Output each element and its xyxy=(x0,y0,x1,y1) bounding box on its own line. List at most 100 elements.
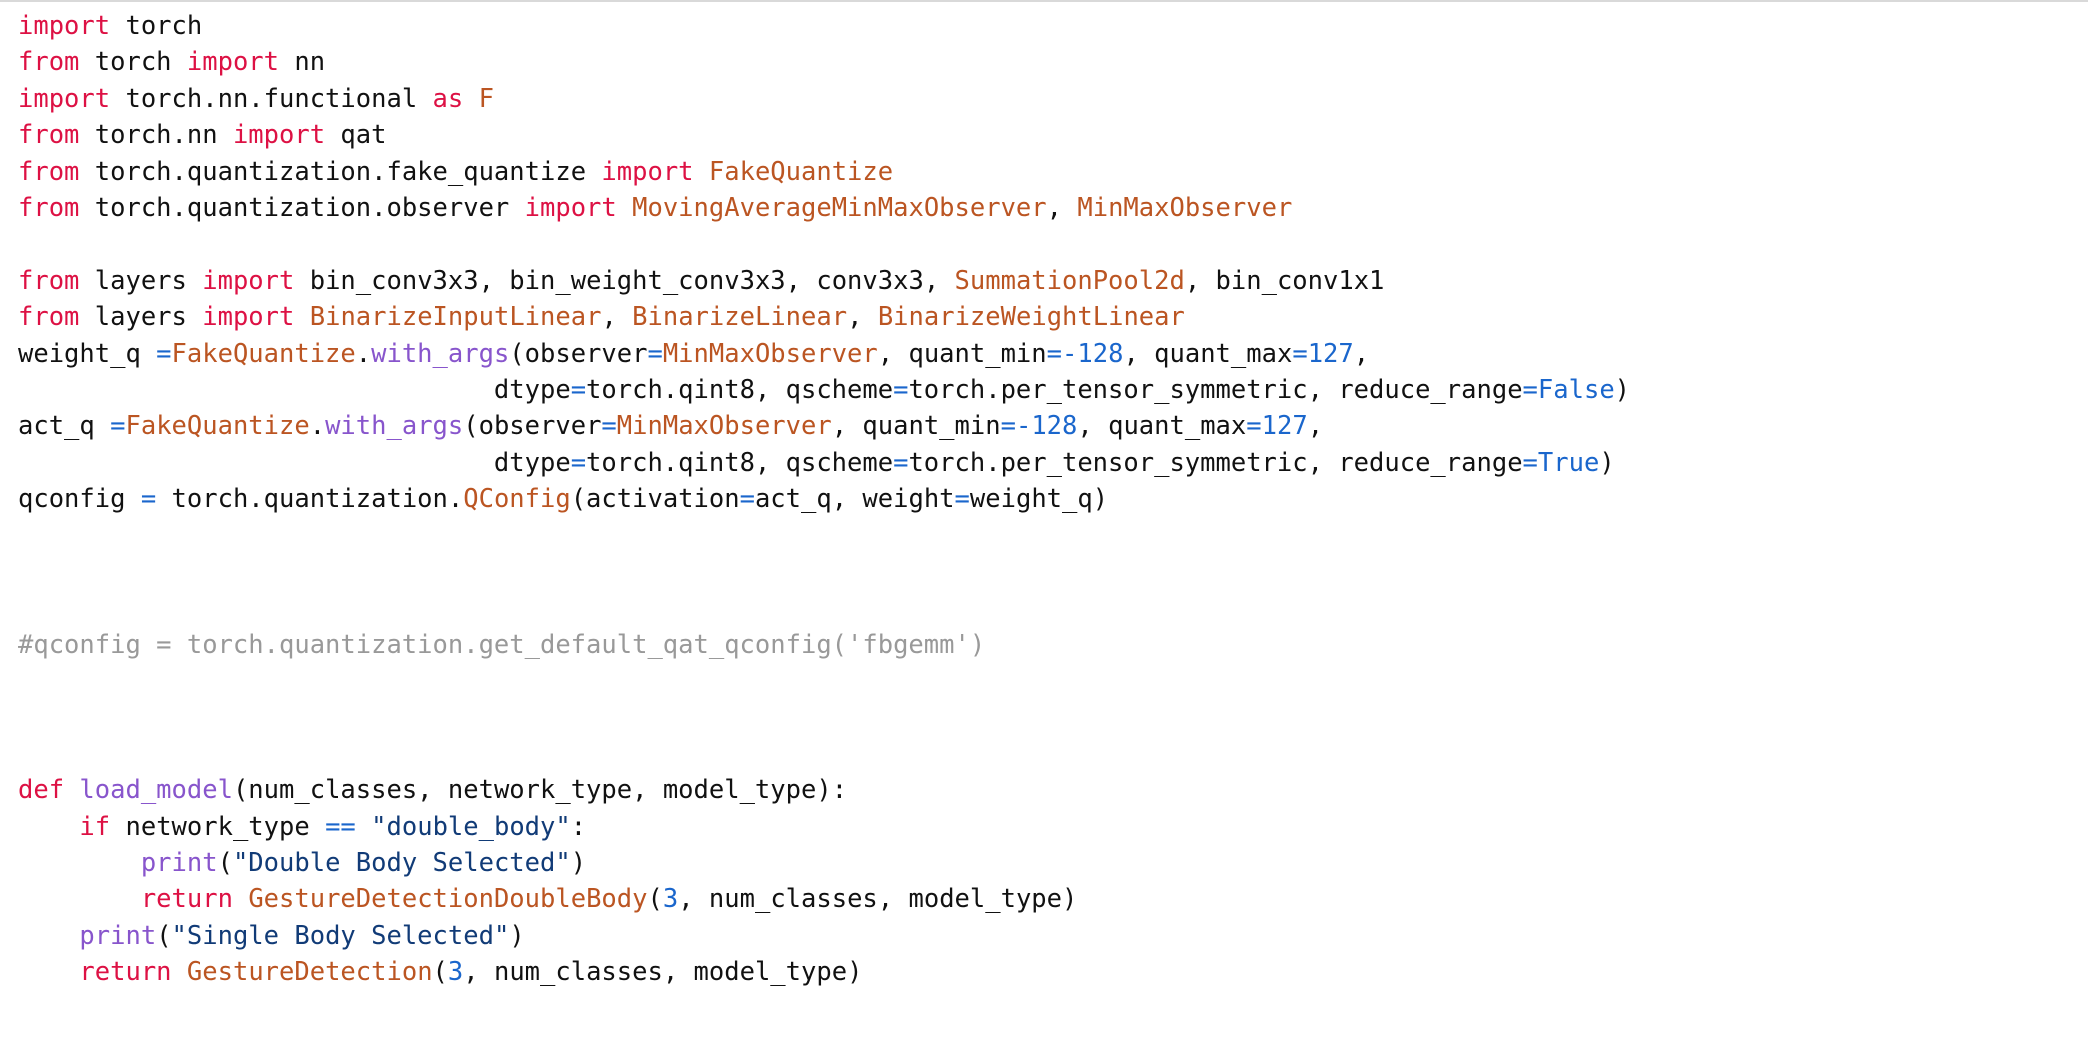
code-token-pln xyxy=(18,848,141,878)
code-token-pln: ) xyxy=(509,920,525,951)
code-token-pln: network_type xyxy=(110,811,326,842)
code-token-pln: torch.qint8, qscheme xyxy=(586,374,894,405)
code-token-kw: return xyxy=(79,957,172,988)
code-token-pln: torch.quantization.fake_quantize xyxy=(79,156,602,187)
code-token-pln: . xyxy=(355,338,372,369)
code-token-op: = xyxy=(110,411,126,442)
code-token-str: "Single Body Selected" xyxy=(171,920,510,951)
code-token-cls: F xyxy=(478,83,494,114)
code-token-pln xyxy=(18,921,79,951)
code-token-op: = xyxy=(570,374,587,405)
code-token-pln xyxy=(356,812,371,842)
code-line: return GestureDetectionDoubleBody(3, num… xyxy=(18,881,2088,917)
code-token-op: = xyxy=(1522,374,1538,405)
code-token-pln: . xyxy=(309,411,326,442)
code-token-pln: torch xyxy=(79,47,187,78)
code-token-num: -128 xyxy=(1062,338,1124,369)
code-viewer[interactable]: import torch from torch import nn import t… xyxy=(0,0,2088,1048)
code-token-pln: , quant_min xyxy=(877,338,1047,369)
code-token-pln: act_q, weight xyxy=(754,484,955,515)
code-token-pln: weight_q) xyxy=(969,484,1109,515)
code-token-pln: , xyxy=(1307,411,1324,442)
code-token-op: = xyxy=(1292,338,1308,369)
code-token-fn: with_args xyxy=(325,411,464,442)
code-token-pln: ) xyxy=(1599,447,1615,478)
code-token-num: 127 xyxy=(1307,338,1354,369)
code-line: def load_model(num_classes, network_type… xyxy=(18,772,2088,808)
code-token-op: = xyxy=(156,338,172,369)
code-token-op: = xyxy=(1046,338,1063,369)
code-token-cls: MovingAverageMinMaxObserver xyxy=(632,192,1047,223)
code-token-cls: MinMaxObserver xyxy=(662,338,878,369)
code-token-pln: dtype xyxy=(18,447,571,478)
code-token-pln: , num_classes, model_type) xyxy=(678,884,1078,915)
code-line: act_q =FakeQuantize.with_args(observer=M… xyxy=(18,408,2088,444)
code-token-kw: return xyxy=(140,884,233,915)
code-line: import torch xyxy=(18,8,2088,44)
code-token-kw: import xyxy=(18,83,111,114)
code-token-op: = xyxy=(739,484,755,515)
code-line: dtype=torch.qint8, qscheme=torch.per_ten… xyxy=(18,372,2088,408)
code-line: if network_type == "double_body": xyxy=(18,809,2088,845)
code-token-op: = xyxy=(647,338,663,369)
code-line: qconfig = torch.quantization.QConfig(act… xyxy=(18,481,2088,517)
code-token-kw: from xyxy=(18,120,80,151)
code-token-op: = xyxy=(1246,411,1262,442)
code-token-kw: import xyxy=(202,265,295,296)
code-line: print("Single Body Selected") xyxy=(18,918,2088,954)
source-code-text[interactable]: import torch from torch import nn import t… xyxy=(0,2,2088,991)
code-token-kw: from xyxy=(18,265,80,296)
code-token-pln: torch.nn xyxy=(79,120,233,151)
code-token-num: 3 xyxy=(662,884,679,915)
code-token-pln: qat xyxy=(325,120,387,151)
code-line: from torch import nn xyxy=(18,44,2088,80)
code-token-pln: (activation xyxy=(570,484,740,515)
code-token-pln: , bin_conv1x1 xyxy=(1184,265,1385,296)
code-token-num: -128 xyxy=(1015,411,1078,442)
code-token-fn: print xyxy=(140,847,218,878)
code-token-pln xyxy=(172,957,187,987)
code-line: from torch.quantization.observer import … xyxy=(18,190,2088,226)
code-token-num: False xyxy=(1537,374,1615,405)
code-token-pln: torch.per_tensor_symmetric, reduce_range xyxy=(908,447,1523,478)
code-token-pln: (num_classes, network_type, model_type): xyxy=(232,775,848,806)
code-token-cls: FakeQuantize xyxy=(125,411,310,442)
code-token-pln: , xyxy=(1353,338,1370,369)
code-token-pln: torch.nn.functional xyxy=(110,83,433,114)
code-token-kw: def xyxy=(18,775,65,806)
code-line: print("Double Body Selected") xyxy=(18,845,2088,881)
code-token-pln: ( xyxy=(156,920,172,951)
code-token-cls: FakeQuantize xyxy=(708,156,894,187)
code-line: from torch.nn import qat xyxy=(18,117,2088,153)
code-token-op: = xyxy=(893,374,909,405)
code-token-pln: , quant_max xyxy=(1077,411,1247,442)
code-token-cls: BinarizeInputLinear xyxy=(309,302,602,333)
code-token-pln: torch.qint8, qscheme xyxy=(586,447,894,478)
code-token-kw: import xyxy=(186,47,280,78)
code-token-pln xyxy=(694,157,709,187)
code-token-pln: : xyxy=(570,811,587,842)
code-token-kw: if xyxy=(79,811,111,842)
code-token-pln: (observer xyxy=(509,338,648,369)
code-token-op: = xyxy=(601,411,617,442)
code-token-num: 3 xyxy=(447,957,464,988)
code-token-pln xyxy=(64,775,79,805)
code-token-pln: (observer xyxy=(463,411,602,442)
code-token-kw: import xyxy=(601,156,694,187)
code-token-op: = xyxy=(1000,411,1016,442)
code-token-pln: ( xyxy=(432,957,448,988)
code-token-pln xyxy=(617,193,632,223)
code-token-pln: weight_q xyxy=(18,338,157,369)
code-token-pln: , xyxy=(847,302,878,333)
code-token-pln: layers xyxy=(79,265,203,296)
code-token-pln: torch.per_tensor_symmetric, reduce_range xyxy=(908,374,1523,405)
code-token-cls: BinarizeWeightLinear xyxy=(877,302,1185,333)
code-token-op: == xyxy=(325,811,356,842)
